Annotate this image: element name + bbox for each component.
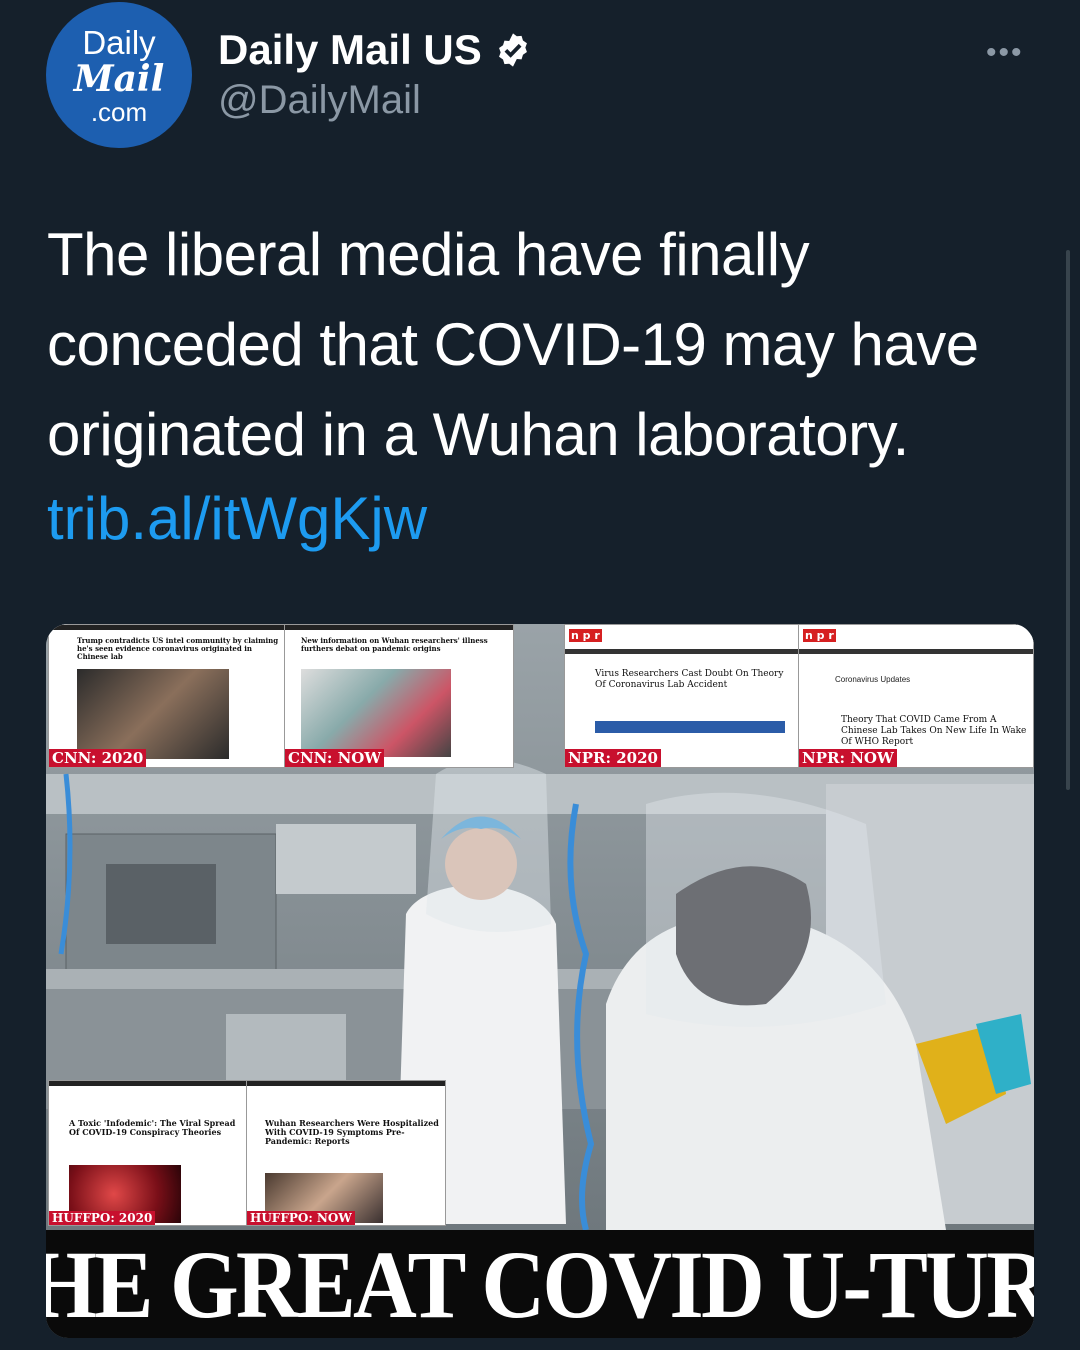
- huffpo-now-screenshot: Wuhan Researchers Were Hospitalized With…: [246, 1080, 446, 1226]
- huffpo-2020-headline: A Toxic 'Infodemic': The Viral Spread Of…: [69, 1118, 236, 1137]
- cnn-now-tag: CNN: NOW: [285, 749, 385, 767]
- npr-logo: n p r: [803, 629, 836, 642]
- cnn-2020-tag: CNN: 2020: [49, 749, 147, 767]
- npr-2020-screenshot: n p r Virus Researchers Cast Doubt On Th…: [564, 624, 800, 768]
- trump-photo: [77, 669, 229, 759]
- tweet-media-image[interactable]: Trump contradicts US intel community by …: [46, 624, 1034, 1338]
- nav-bar: [565, 649, 799, 654]
- npr-now-screenshot: n p r Coronavirus Updates Theory That CO…: [798, 624, 1034, 768]
- account-handle[interactable]: @DailyMail: [218, 78, 421, 123]
- nav-bar: [49, 625, 285, 630]
- tweet-text: The liberal media have finally conceded …: [47, 221, 979, 468]
- cnn-2020-headline: Trump contradicts US intel community by …: [77, 636, 279, 661]
- headline-banner: THE GREAT COVID U-TURN: [46, 1230, 1034, 1338]
- tweet-link[interactable]: trib.al/itWgKjw: [47, 484, 427, 553]
- lab-worker-photo: [301, 669, 451, 757]
- npr-logo: n p r: [569, 629, 602, 642]
- cnn-now-headline: New information on Wuhan researchers' il…: [301, 636, 488, 653]
- npr-2020-headline: Virus Researchers Cast Doubt On Theory O…: [595, 669, 784, 690]
- avatar[interactable]: Daily Mail .com: [46, 2, 192, 148]
- more-options-icon[interactable]: •••: [986, 36, 1024, 70]
- huffpo-now-headline: Wuhan Researchers Were Hospitalized With…: [265, 1118, 439, 1146]
- cnn-now-screenshot: New information on Wuhan researchers' il…: [284, 624, 514, 768]
- huffpo-2020-tag: HUFFPO: 2020: [49, 1211, 156, 1225]
- nav-bar: [247, 1081, 445, 1086]
- nav-bar: [285, 625, 513, 630]
- huffpo-now-tag: HUFFPO: NOW: [247, 1211, 355, 1225]
- avatar-text-com: .com: [90, 96, 148, 127]
- display-name-row[interactable]: Daily Mail US: [218, 26, 532, 74]
- listen-button: [595, 721, 785, 733]
- scrollbar[interactable]: [1066, 250, 1070, 790]
- nav-bar: [49, 1081, 247, 1086]
- npr-now-tag: NPR: NOW: [799, 749, 897, 767]
- avatar-text-daily: Daily: [82, 23, 156, 61]
- banner-text: THE GREAT COVID U-TURN: [46, 1230, 1034, 1338]
- coronavirus-updates-label: Coronavirus Updates: [835, 675, 911, 684]
- verified-badge-icon: [498, 33, 527, 67]
- nav-bar: [799, 649, 1033, 654]
- cnn-2020-screenshot: Trump contradicts US intel community by …: [48, 624, 286, 768]
- avatar-text-mail: Mail: [73, 57, 165, 100]
- npr-2020-tag: NPR: 2020: [565, 749, 661, 767]
- huffpo-2020-screenshot: A Toxic 'Infodemic': The Viral Spread Of…: [48, 1080, 248, 1226]
- display-name[interactable]: Daily Mail US: [218, 26, 482, 74]
- npr-now-headline: Theory That COVID Came From A Chinese La…: [841, 715, 1027, 747]
